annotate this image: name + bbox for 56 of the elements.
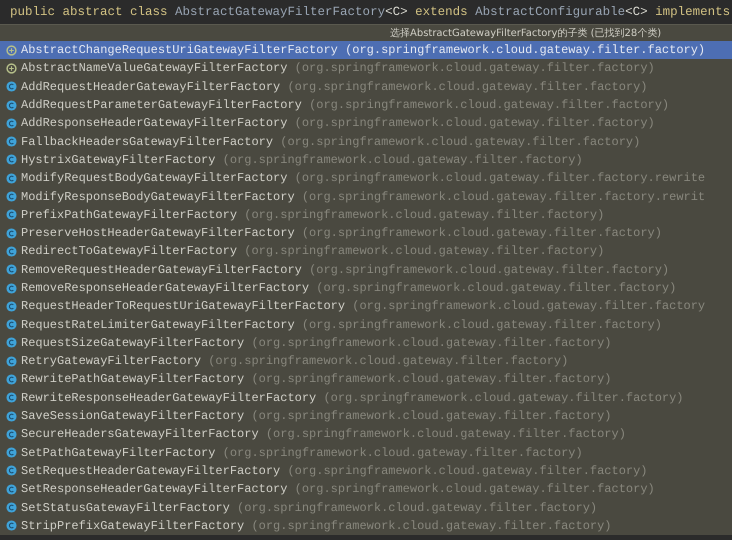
abstract-class-icon [6, 44, 17, 56]
class-icon [6, 81, 17, 92]
class-icon [6, 502, 17, 514]
class-list-item[interactable]: AbstractNameValueGatewayFilterFactory (org.springframework.cloud.gateway.filter.factory) [0, 59, 732, 78]
class-list-item[interactable]: SetRequestHeaderGatewayFilterFactory (org.springframework.cloud.gateway.filter.factory) [0, 462, 732, 480]
class-icon [6, 264, 17, 276]
class-icon [6, 246, 17, 257]
class-icon [6, 374, 17, 385]
class-icon [6, 356, 17, 367]
class-icon [6, 428, 17, 440]
class-list-item[interactable]: SecureHeadersGatewayFilterFactory (org.springframework.cloud.gateway.filter.factory) [0, 425, 732, 444]
class-icon [6, 484, 17, 495]
class-list-item[interactable]: RemoveResponseHeaderGatewayFilterFactory (org.springframework.cloud.gateway.filter.factory) [0, 278, 732, 298]
class-icon [6, 520, 17, 532]
class-list-item[interactable]: PreserveHostHeaderGatewayFilterFactory (org.springframework.cloud.gateway.filter.factory) [0, 224, 732, 242]
class-list-item[interactable]: RewritePathGatewayFilterFactory (org.springframework.cloud.gateway.filter.factory) [0, 370, 732, 389]
class-icon [6, 282, 17, 294]
class-icon [6, 319, 17, 330]
class-icon [6, 337, 17, 348]
class-list-item[interactable]: RequestSizeGatewayFilterFactory (org.springframework.cloud.gateway.filter.factory) [0, 334, 732, 352]
class-icon [6, 228, 17, 239]
class-icon [6, 100, 17, 111]
class-list-item[interactable]: AddResponseHeaderGatewayFilterFactory (org.springframework.cloud.gateway.filter.factory) [0, 114, 732, 132]
class-list-item[interactable]: PrefixPathGatewayFilterFactory (org.springframework.cloud.gateway.filter.factory) [0, 206, 732, 224]
class-list-item[interactable]: RemoveRequestHeaderGatewayFilterFactory (org.springframework.cloud.gateway.filter.factory) [0, 260, 732, 279]
class-list-item[interactable]: AddRequestHeaderGatewayFilterFactory (org.springframework.cloud.gateway.filter.factory) [0, 78, 732, 96]
code-line: public abstract class AbstractGatewayFilterFactory<C> extends AbstractConfigurable<C> implements [9, 4, 732, 21]
class-list-item[interactable]: SaveSessionGatewayFilterFactory (org.springframework.cloud.gateway.filter.factory) [0, 406, 732, 426]
class-list-item[interactable]: FallbackHeadersGatewayFilterFactory (org.springframework.cloud.gateway.filter.factory) [0, 132, 732, 151]
class-icon [6, 209, 17, 220]
class-list-item[interactable]: SetPathGatewayFilterFactory (org.springframework.cloud.gateway.filter.factory) [0, 444, 732, 462]
class-icon [6, 154, 17, 166]
class-list-item[interactable]: RequestRateLimiterGatewayFilterFactory (org.springframework.cloud.gateway.filter.factory) [0, 315, 732, 334]
class-icon [6, 300, 17, 312]
class-icon [6, 392, 17, 404]
class-list-item[interactable]: SetStatusGatewayFilterFactory (org.springframework.cloud.gateway.filter.factory) [0, 498, 732, 517]
class-list-item[interactable]: RedirectToGatewayFilterFactory (org.springframework.cloud.gateway.filter.factory) [0, 242, 732, 261]
class-icon [6, 172, 17, 184]
class-icon [6, 465, 17, 476]
class-icon [6, 136, 17, 148]
class-list-item[interactable]: RetryGatewayFilterFactory (org.springframework.cloud.gateway.filter.factory) [0, 352, 732, 370]
class-list-item[interactable]: AbstractChangeRequestUriGatewayFilterFactory (org.springframework.cloud.gateway.filter.factory) [0, 41, 732, 60]
class-list-item[interactable]: ModifyRequestBodyGatewayFilterFactory (org.springframework.cloud.gateway.filter.factory.rewrite [0, 169, 732, 188]
class-icon [6, 447, 17, 458]
class-icon [6, 118, 17, 129]
class-list-item[interactable]: ModifyResponseBodyGatewayFilterFactory (org.springframework.cloud.gateway.filter.factory.rewrit [0, 187, 732, 206]
class-list-item[interactable]: HystrixGatewayFilterFactory (org.springframework.cloud.gateway.filter.factory) [0, 150, 732, 170]
class-icon [6, 191, 17, 202]
class-list-item[interactable]: RewriteResponseHeaderGatewayFilterFactory (org.springframework.cloud.gateway.filter.factory) [0, 388, 732, 407]
class-list-item[interactable]: RequestHeaderToRequestUriGatewayFilterFactory (org.springframework.cloud.gateway.filter.factory [0, 297, 732, 316]
abstract-class-icon [6, 62, 17, 74]
class-icon [6, 410, 17, 422]
class-list-item[interactable]: StripPrefixGatewayFilterFactory (org.springframework.cloud.gateway.filter.factory) [0, 516, 732, 536]
popup-title: 选择AbstractGatewayFilterFactory的子类 (已找到28个类) [389, 26, 662, 41]
class-list-item[interactable]: AddRequestParameterGatewayFilterFactory (org.springframework.cloud.gateway.filter.factory) [0, 96, 732, 114]
class-list-item[interactable]: SetResponseHeaderGatewayFilterFactory (org.springframework.cloud.gateway.filter.factory) [0, 480, 732, 498]
